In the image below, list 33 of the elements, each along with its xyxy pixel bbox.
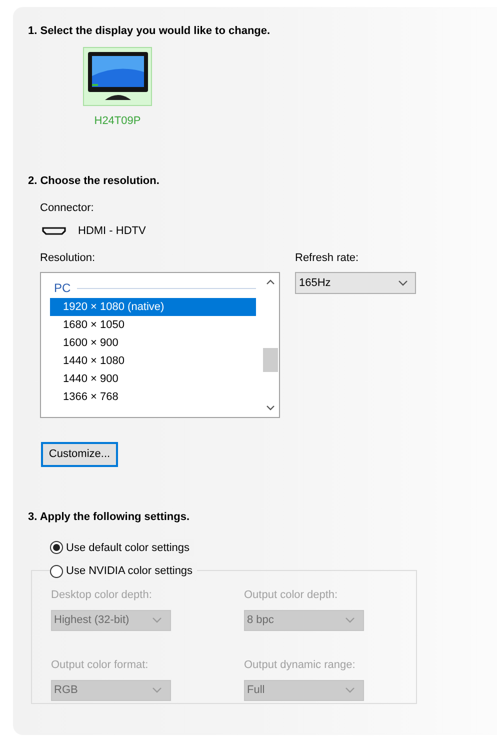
scroll-up-icon[interactable] [266,279,275,285]
resolution-list[interactable]: PC 1920 × 1080 (native) 1680 × 1050 1600 × 900 1440 × 1080 1440 × 900 1366 × 768 [40,272,280,418]
resolution-option[interactable]: 1600 × 900 [50,334,256,352]
field-label: Output color format: [51,658,150,673]
field-label: Desktop color depth: [51,588,153,603]
field-label: Output dynamic range: [244,658,356,673]
group-header: PC [53,280,71,297]
field-label: Output color depth: [244,588,339,603]
resolution-option[interactable]: 1680 × 1050 [50,316,256,334]
resolution-option[interactable]: 1440 × 1080 [50,352,256,370]
chevron-down-icon [152,687,162,693]
resolution-option[interactable]: 1440 × 900 [50,370,256,388]
customize-button[interactable]: Customize... [41,442,118,467]
chevron-down-icon [345,687,355,693]
display-name: H24T09P [94,114,141,128]
connector-value: HDMI - HDTV [78,224,146,239]
scrollbar-thumb[interactable] [263,348,278,372]
resolution-label: Resolution: [40,250,96,266]
refresh-rate-dropdown[interactable]: 165Hz [295,272,416,294]
resolution-option[interactable]: 1920 × 1080 (native) [50,298,256,316]
hdmi-port-icon [42,227,66,236]
resolution-option[interactable]: 1366 × 768 [50,388,256,406]
monitor-icon [86,50,148,102]
chevron-down-icon [345,617,355,623]
section-heading: 2. Choose the resolution. [28,174,160,189]
chevron-down-icon [398,280,408,286]
section-heading: 3. Apply the following settings. [28,510,191,525]
chevron-down-icon [152,617,162,623]
radio-button[interactable]: Use NVIDIA color settings [50,563,197,580]
refresh-rate-label: Refresh rate: [295,250,360,266]
scroll-down-icon[interactable] [266,405,275,411]
section-heading: 1. Select the display you would like to change. [28,24,272,39]
connector-label: Connector: [40,200,95,216]
